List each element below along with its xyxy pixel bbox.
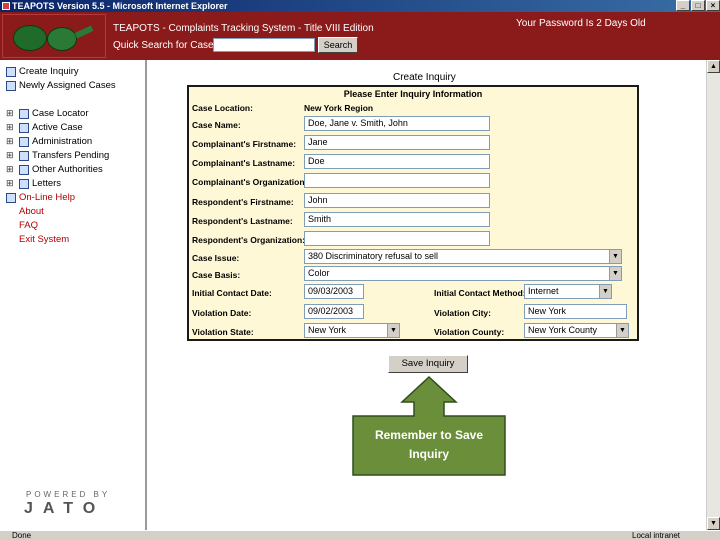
expand-icon[interactable]: ⊞	[6, 108, 15, 119]
respondent-organization-input[interactable]	[304, 231, 490, 246]
transfer-icon	[19, 150, 29, 161]
admin-icon	[19, 136, 29, 147]
sidebar-item-administration[interactable]: ⊞ Administration	[6, 135, 92, 148]
search-button[interactable]: Search	[318, 37, 358, 53]
complainant-lastname-label: Complainant's Lastname:	[192, 158, 296, 168]
jato-logo: JATO	[24, 500, 106, 517]
violation-state-label: Violation State:	[192, 327, 254, 337]
expand-icon[interactable]: ⊞	[6, 178, 15, 189]
complainant-firstname-input[interactable]: Jane	[304, 135, 490, 150]
initial-contact-date-input[interactable]: 09/03/2003	[304, 284, 364, 299]
expand-icon[interactable]: ⊞	[6, 150, 15, 161]
scroll-up-icon[interactable]: ▲	[707, 60, 720, 73]
complainant-firstname-label: Complainant's Firstname:	[192, 139, 297, 149]
callout-text-line1: Remember to Save	[374, 428, 484, 442]
dropdown-arrow-icon[interactable]: ▼	[599, 285, 611, 298]
quick-search-label: Quick Search for Case	[113, 40, 214, 51]
case-issue-label: Case Issue:	[192, 253, 240, 263]
inquiry-form: Please Enter Inquiry Information Case Lo…	[187, 85, 639, 341]
respondent-organization-label: Respondent's Organization:	[192, 235, 305, 245]
sidebar-item-newly-assigned[interactable]: Newly Assigned Cases	[6, 79, 116, 92]
dropdown-arrow-icon[interactable]: ▼	[609, 267, 621, 280]
violation-city-label: Violation City:	[434, 308, 491, 318]
minimize-button[interactable]: _	[676, 0, 690, 11]
maximize-button[interactable]: □	[691, 0, 705, 11]
respondent-lastname-input[interactable]: Smith	[304, 212, 490, 227]
respondent-lastname-label: Respondent's Lastname:	[192, 216, 293, 226]
help-icon	[6, 192, 16, 203]
initial-contact-method-select[interactable]: Internet ▼	[524, 284, 612, 299]
sidebar-item-active-case[interactable]: ⊞ Active Case	[6, 121, 83, 134]
save-reminder-callout: Remember to Save Inquiry	[352, 375, 506, 476]
status-bar: Done Local intranet	[0, 530, 720, 540]
people-icon	[19, 164, 29, 175]
teapot-icon-secondary	[47, 27, 77, 51]
complainant-lastname-input[interactable]: Doe	[304, 154, 490, 169]
violation-county-select[interactable]: New York County ▼	[524, 323, 629, 338]
sidebar-item-other-authorities[interactable]: ⊞ Other Authorities	[6, 163, 103, 176]
violation-date-label: Violation Date:	[192, 308, 252, 318]
initial-contact-date-label: Initial Contact Date:	[192, 288, 272, 298]
complainant-organization-input[interactable]	[304, 173, 490, 188]
violation-state-select[interactable]: New York ▼	[304, 323, 400, 338]
respondent-firstname-label: Respondent's Firstname:	[192, 197, 294, 207]
sidebar-link-faq[interactable]: FAQ	[6, 219, 38, 232]
powered-by-label: POWERED BY	[26, 490, 111, 499]
case-basis-label: Case Basis:	[192, 270, 241, 280]
scroll-down-icon[interactable]: ▼	[707, 517, 720, 530]
magnifier-icon	[19, 108, 29, 119]
sidebar-link-exit[interactable]: Exit System	[6, 233, 69, 246]
case-location-value: New York Region	[304, 103, 374, 113]
violation-date-input[interactable]: 09/02/2003	[304, 304, 364, 319]
vertical-scrollbar[interactable]: ▲ ▼	[706, 60, 720, 530]
sidebar-item-create-inquiry[interactable]: Create Inquiry	[6, 65, 79, 78]
sidebar-item-case-locator[interactable]: ⊞ Case Locator	[6, 107, 89, 120]
document-icon	[6, 66, 16, 77]
window-title: TEAPOTS Version 5.5 - Microsoft Internet…	[12, 1, 228, 11]
save-inquiry-button[interactable]: Save Inquiry	[388, 355, 468, 373]
sidebar-link-online-help[interactable]: On-Line Help	[6, 191, 75, 204]
folder-icon	[19, 122, 29, 133]
callout-text-line2: Inquiry	[408, 447, 449, 461]
page-title: Create Inquiry	[393, 72, 456, 83]
sidebar-link-about[interactable]: About	[6, 205, 44, 218]
teapot-logo	[2, 14, 106, 58]
ie-app-icon	[2, 2, 10, 10]
quick-search-input[interactable]	[213, 38, 315, 52]
case-issue-select[interactable]: 380 Discriminatory refusal to sell ▼	[304, 249, 622, 264]
sidebar: Create Inquiry Newly Assigned Cases ⊞ Ca…	[0, 60, 147, 530]
violation-county-label: Violation County:	[434, 327, 505, 337]
teapot-spout-icon	[74, 25, 94, 39]
expand-icon[interactable]: ⊞	[6, 136, 15, 147]
checklist-icon	[6, 80, 16, 91]
close-button[interactable]: ×	[706, 0, 720, 11]
violation-city-input[interactable]: New York	[524, 304, 627, 319]
teapot-icon	[13, 25, 47, 51]
initial-contact-method-label: Initial Contact Method:	[434, 288, 526, 298]
status-text: Done	[12, 531, 32, 540]
zone-indicator: Local intranet	[632, 531, 681, 540]
sidebar-item-letters[interactable]: ⊞ Letters	[6, 177, 61, 190]
case-name-input[interactable]: Doe, Jane v. Smith, John	[304, 116, 490, 131]
system-name: TEAPOTS - Complaints Tracking System - T…	[113, 23, 374, 34]
dropdown-arrow-icon[interactable]: ▼	[609, 250, 621, 263]
password-age-notice: Your Password Is 2 Days Old	[516, 18, 646, 29]
complainant-organization-label: Complainant's Organization:	[192, 177, 308, 187]
sidebar-item-transfers-pending[interactable]: ⊞ Transfers Pending	[6, 149, 109, 162]
dropdown-arrow-icon[interactable]: ▼	[616, 324, 628, 337]
respondent-firstname-input[interactable]: John	[304, 193, 490, 208]
case-basis-select[interactable]: Color ▼	[304, 266, 622, 281]
letter-icon	[19, 178, 29, 189]
form-subtitle: Please Enter Inquiry Information	[343, 89, 483, 99]
expand-icon[interactable]: ⊞	[6, 164, 15, 175]
case-location-label: Case Location:	[192, 103, 253, 113]
dropdown-arrow-icon[interactable]: ▼	[387, 324, 399, 337]
expand-icon[interactable]: ⊞	[6, 122, 15, 133]
window-title-bar: TEAPOTS Version 5.5 - Microsoft Internet…	[0, 0, 720, 12]
case-name-label: Case Name:	[192, 120, 241, 130]
